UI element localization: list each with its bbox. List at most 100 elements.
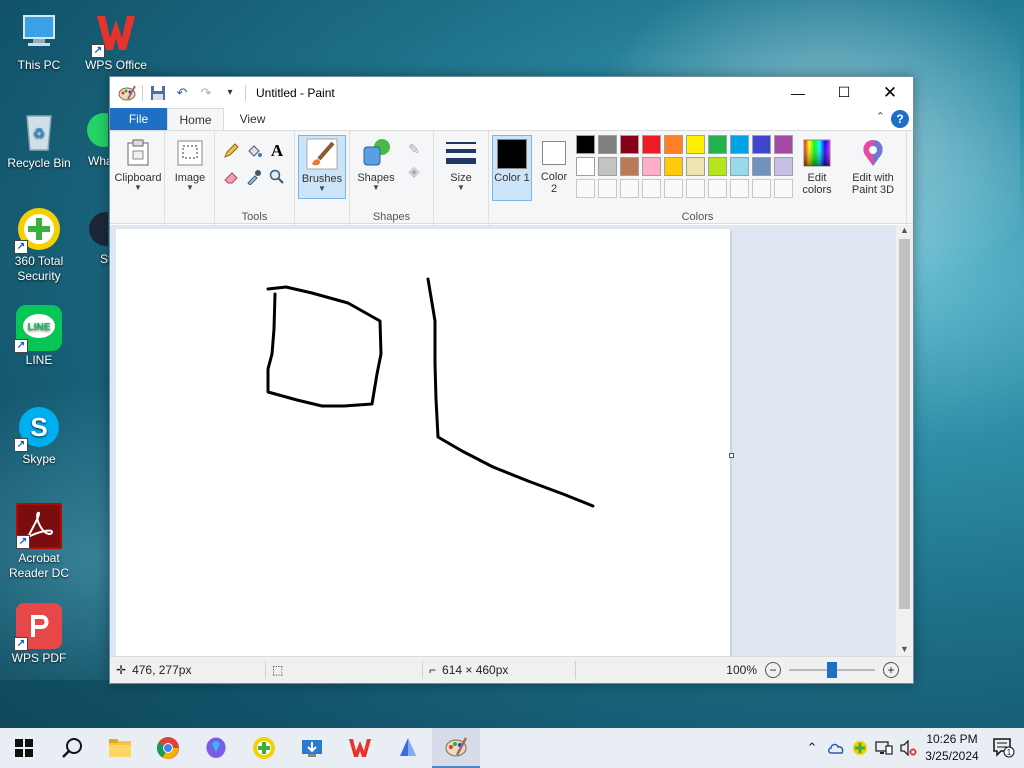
color-swatch[interactable] <box>708 157 727 176</box>
desktop-icon-recycle-bin[interactable]: ♻ Recycle Bin <box>1 108 77 171</box>
color-swatch[interactable] <box>686 157 705 176</box>
taskbar-downloader[interactable] <box>288 728 336 768</box>
zoom-slider-thumb[interactable] <box>827 662 837 678</box>
taskbar-paint[interactable] <box>432 728 480 768</box>
360-tray-icon[interactable] <box>848 728 872 768</box>
eraser-icon[interactable] <box>221 167 241 187</box>
color-swatch[interactable] <box>576 135 595 154</box>
color-swatch[interactable] <box>664 157 683 176</box>
size-button[interactable]: Size ▼ <box>437 135 485 199</box>
custom-color-slot[interactable] <box>686 179 705 198</box>
custom-color-slot[interactable] <box>730 179 749 198</box>
fill-bucket-icon[interactable] <box>244 141 264 161</box>
paint-window: ↶ ↷ ▾ Untitled - Paint — ☐ ✕ File Home V… <box>109 76 914 684</box>
color-swatch[interactable] <box>774 135 793 154</box>
color-swatch[interactable] <box>708 135 727 154</box>
desktop-icon-acrobat-reader[interactable]: ↗ Acrobat Reader DC <box>1 503 77 581</box>
taskbar-clock[interactable]: 10:26 PM 3/25/2024 <box>920 731 984 765</box>
canvas-resize-handle-right[interactable] <box>729 453 734 458</box>
minimize-ribbon-icon[interactable]: ⌃ <box>876 110 885 123</box>
custom-color-slot[interactable] <box>708 179 727 198</box>
pencil-icon[interactable] <box>221 141 241 161</box>
color-swatch[interactable] <box>620 157 639 176</box>
text-tool-icon[interactable]: A <box>267 141 287 161</box>
edit-with-paint3d-button[interactable]: Edit with Paint 3D <box>845 135 901 199</box>
title-bar[interactable]: ↶ ↷ ▾ Untitled - Paint — ☐ ✕ <box>110 77 913 108</box>
custom-color-slot[interactable] <box>774 179 793 198</box>
volume-muted-icon[interactable] <box>896 728 920 768</box>
fill-icon[interactable]: ◈ <box>404 161 424 181</box>
desktop-icon-whatsapp[interactable]: Wha <box>78 108 121 169</box>
edit-colors-button[interactable]: Edit colors <box>797 135 837 199</box>
zoom-out-icon[interactable]: − <box>765 662 781 678</box>
desktop-icon-this-pc[interactable]: This PC <box>1 10 77 73</box>
custom-color-slot[interactable] <box>598 179 617 198</box>
color-swatch[interactable] <box>730 135 749 154</box>
color-swatch[interactable] <box>774 157 793 176</box>
color1-button[interactable]: Color 1 <box>492 135 532 201</box>
taskbar-chrome[interactable] <box>144 728 192 768</box>
taskbar-copilot[interactable] <box>192 728 240 768</box>
show-hidden-icons-icon[interactable]: ⌃ <box>800 728 824 768</box>
shapes-button[interactable]: Shapes ▼ <box>352 135 400 199</box>
color2-button[interactable]: Color 2 <box>534 135 574 201</box>
desktop-icon-skype[interactable]: S ↗ Skype <box>1 404 77 467</box>
network-icon[interactable] <box>872 728 896 768</box>
color-swatch[interactable] <box>642 135 661 154</box>
save-icon[interactable] <box>149 84 167 102</box>
color-swatch[interactable] <box>598 157 617 176</box>
color-swatch[interactable] <box>620 135 639 154</box>
custom-color-slot[interactable] <box>576 179 595 198</box>
desktop-icon-label: This PC <box>17 58 61 72</box>
close-button[interactable]: ✕ <box>867 77 913 108</box>
custom-color-slot[interactable] <box>752 179 771 198</box>
minimize-button[interactable]: — <box>775 77 821 108</box>
zoom-in-icon[interactable]: + <box>883 662 899 678</box>
tab-file[interactable]: File <box>110 108 167 130</box>
color-swatch[interactable] <box>576 157 595 176</box>
color-swatch[interactable] <box>664 135 683 154</box>
taskbar-file-explorer[interactable] <box>96 728 144 768</box>
desktop-icon-wps-pdf[interactable]: ↗ WPS PDF <box>1 603 77 666</box>
notification-center-button[interactable]: 1 <box>984 728 1024 768</box>
taskbar-app[interactable] <box>384 728 432 768</box>
vertical-scrollbar[interactable]: ▲ ▼ <box>896 225 913 658</box>
search-button[interactable] <box>48 728 96 768</box>
customize-quick-access-icon[interactable]: ▾ <box>221 84 239 102</box>
outline-icon[interactable]: ✎ <box>404 139 424 159</box>
desktop-icon-360-total-security[interactable]: ↗ 360 Total Security <box>1 206 77 284</box>
help-button[interactable]: ? <box>891 110 909 128</box>
color-swatch[interactable] <box>642 157 661 176</box>
clock-time: 10:26 PM <box>926 732 978 746</box>
drawing-canvas[interactable] <box>116 229 730 658</box>
magnifier-icon[interactable] <box>267 167 287 187</box>
undo-icon[interactable]: ↶ <box>173 84 191 102</box>
color-picker-icon[interactable] <box>244 167 264 187</box>
image-button[interactable]: Image ▼ <box>166 135 214 199</box>
taskbar-wps-office[interactable] <box>336 728 384 768</box>
maximize-button[interactable]: ☐ <box>821 77 867 108</box>
scroll-thumb[interactable] <box>899 239 910 609</box>
custom-color-slot[interactable] <box>664 179 683 198</box>
color-swatch[interactable] <box>752 157 771 176</box>
taskbar-360-security[interactable] <box>240 728 288 768</box>
onedrive-icon[interactable] <box>824 728 848 768</box>
tab-home[interactable]: Home <box>167 108 224 130</box>
redo-icon[interactable]: ↷ <box>197 84 215 102</box>
tab-view[interactable]: View <box>224 108 281 130</box>
start-button[interactable] <box>0 728 48 768</box>
color-swatch[interactable] <box>598 135 617 154</box>
clipboard-button[interactable]: Clipboard ▼ <box>114 135 162 199</box>
desktop-icon-line[interactable]: LINE ↗ LINE <box>1 305 77 368</box>
zoom-slider[interactable] <box>789 662 875 678</box>
scroll-up-icon[interactable]: ▲ <box>896 225 913 239</box>
color-swatch[interactable] <box>686 135 705 154</box>
paint-app-icon[interactable] <box>118 84 136 102</box>
custom-color-slot[interactable] <box>642 179 661 198</box>
desktop-icon-steam[interactable]: St <box>78 206 123 267</box>
color-swatch[interactable] <box>730 157 749 176</box>
custom-color-slot[interactable] <box>620 179 639 198</box>
brushes-button[interactable]: Brushes ▼ <box>298 135 346 199</box>
desktop-icon-wps-office[interactable]: ↗ WPS Office <box>78 10 154 73</box>
color-swatch[interactable] <box>752 135 771 154</box>
